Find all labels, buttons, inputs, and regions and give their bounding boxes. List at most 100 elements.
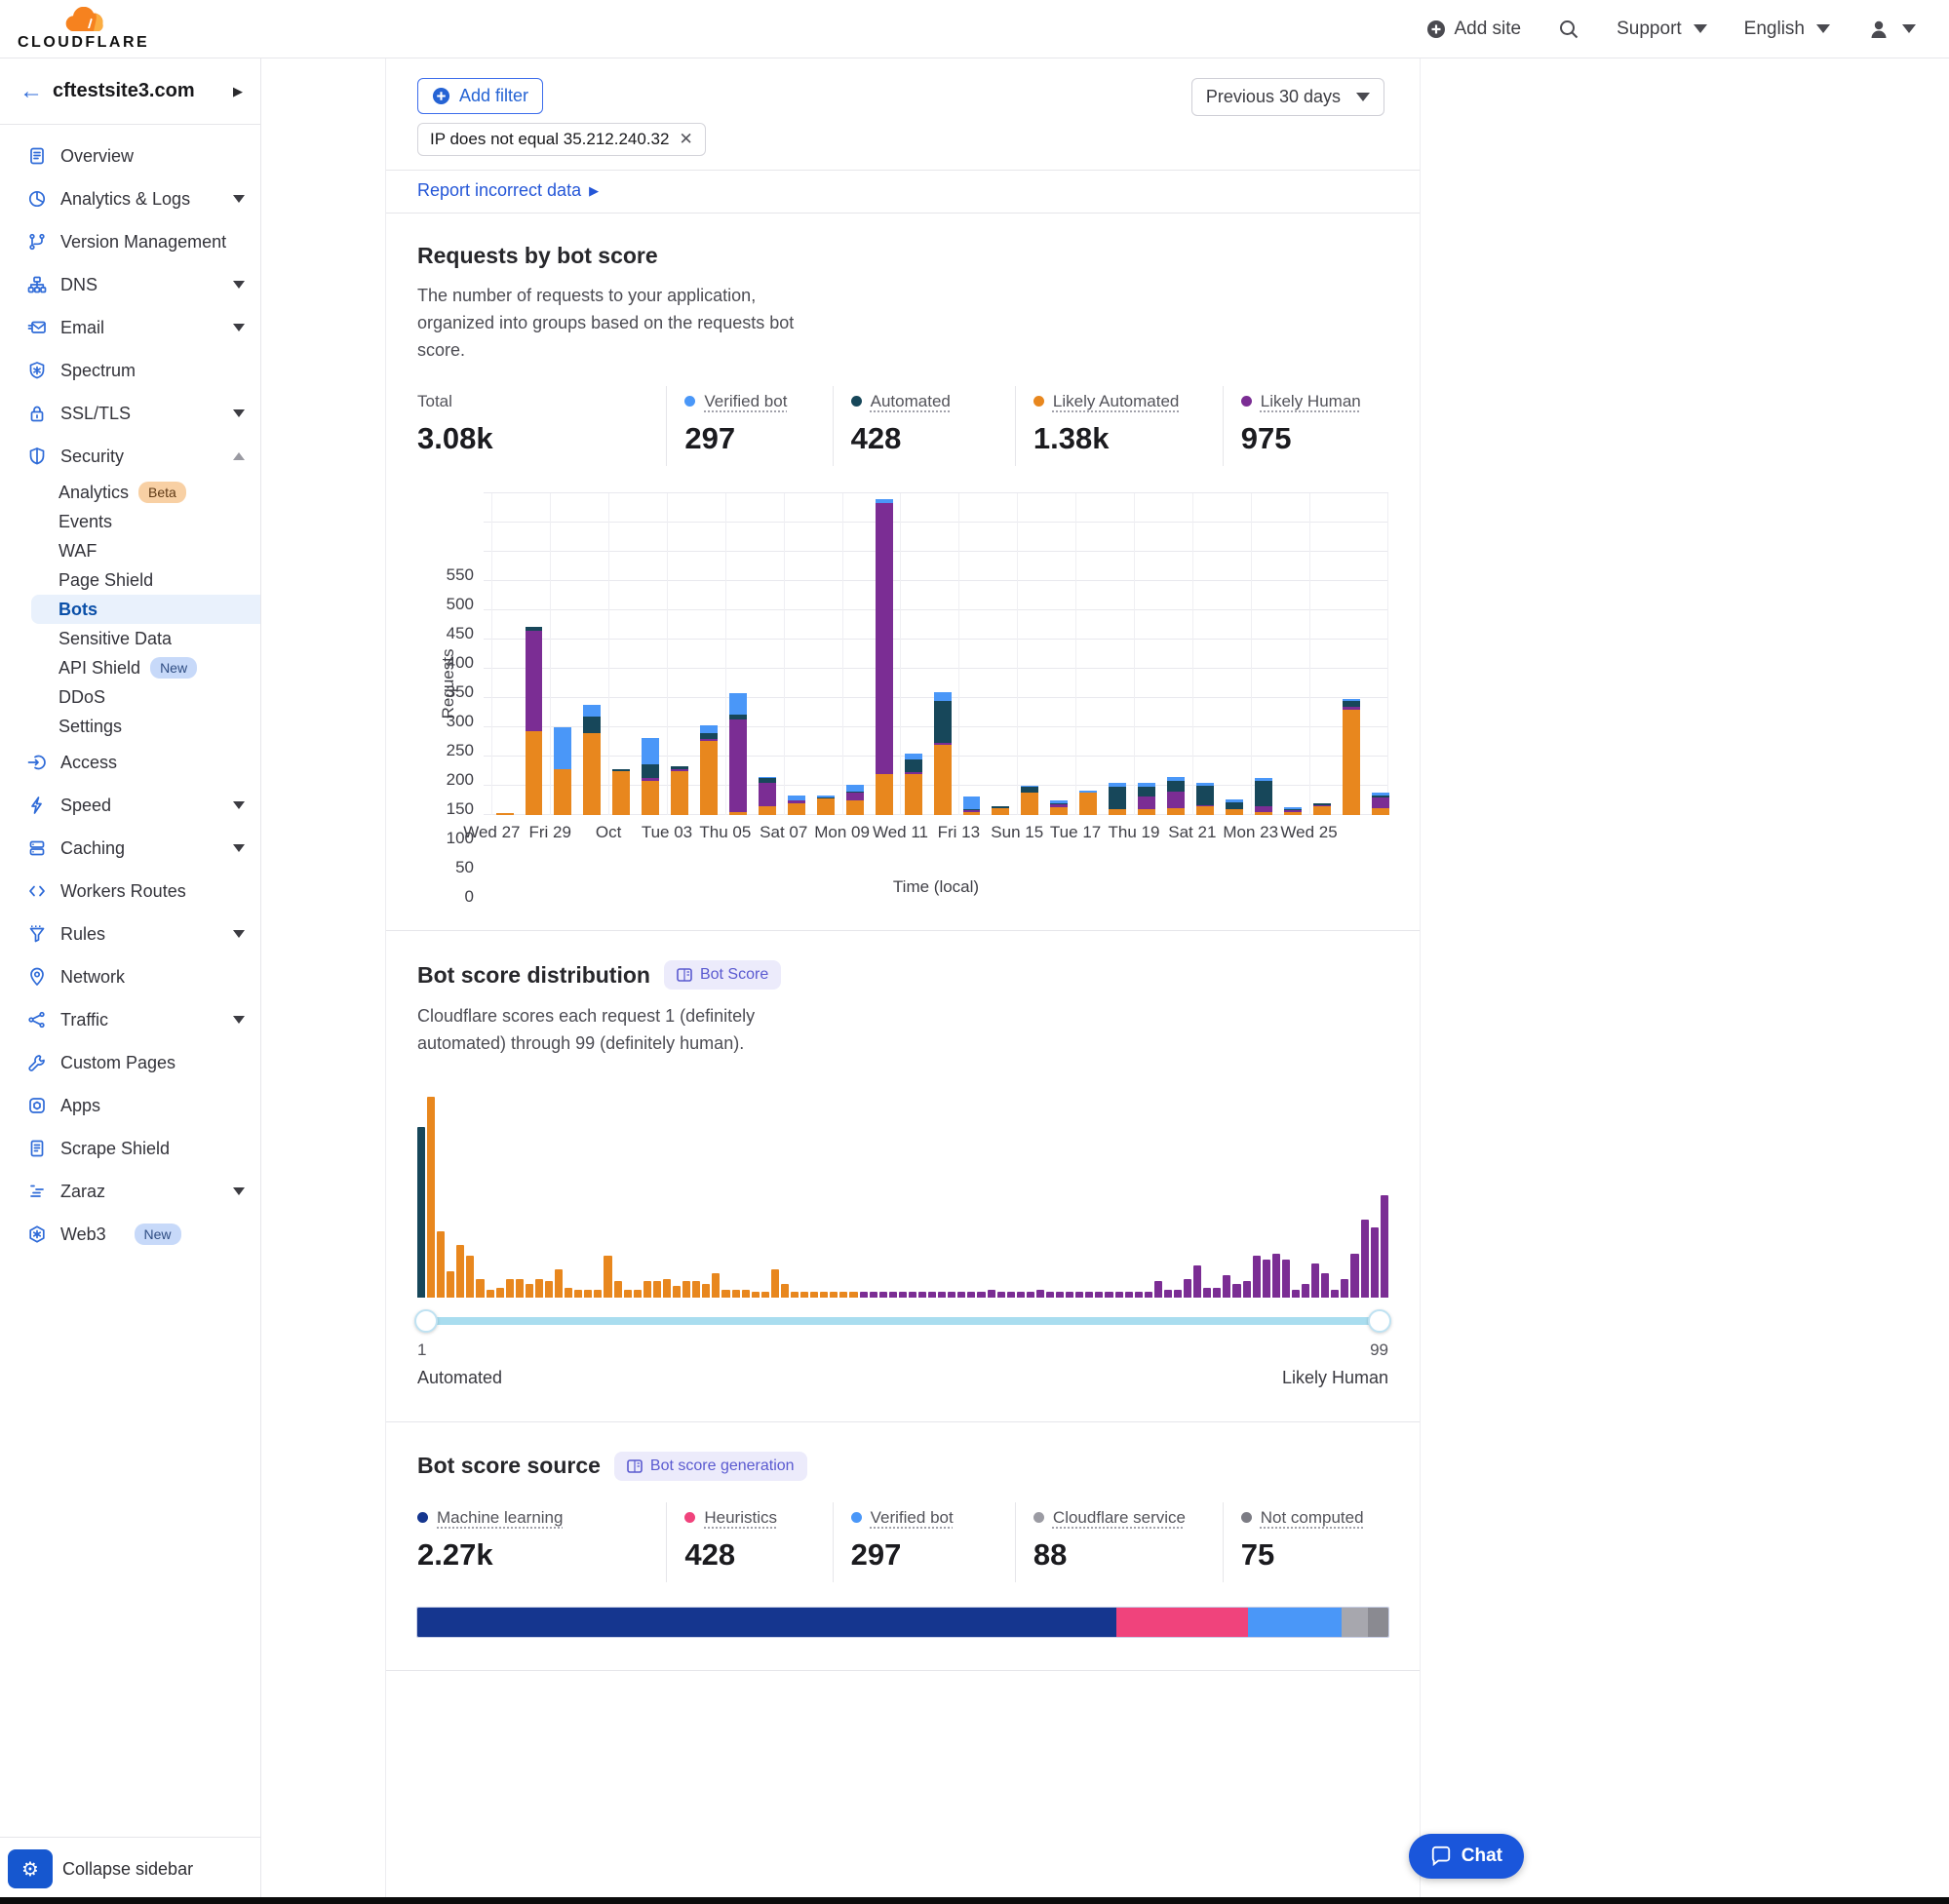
sidebar-item-scrape-shield[interactable]: Scrape Shield xyxy=(0,1127,260,1170)
bar-segment-verified-bot-fri-29[interactable] xyxy=(554,727,571,770)
bar-segment-likely-human-thu-12[interactable] xyxy=(934,743,952,745)
histogram-bar-score-94[interactable] xyxy=(1331,1290,1339,1298)
histogram-bar-score-76[interactable] xyxy=(1154,1281,1162,1297)
bar-segment-likely-human-fri-13[interactable] xyxy=(963,810,981,812)
bar-segment-verified-bot-fri-27[interactable] xyxy=(1372,793,1389,795)
bar-segment-verified-bot-sun-15[interactable] xyxy=(1021,786,1038,788)
bar-segment-likely-automated-thu-26[interactable] xyxy=(1343,710,1360,815)
bar-segment-automated-thu-12[interactable] xyxy=(934,701,952,743)
bar-segment-automated-tue-03[interactable] xyxy=(671,766,688,769)
source-bar-segment-not-computed[interactable] xyxy=(1368,1608,1388,1637)
histogram-bar-score-14[interactable] xyxy=(545,1281,553,1297)
bar-segment-likely-automated-thu-12[interactable] xyxy=(934,745,952,815)
histogram-bar-score-84[interactable] xyxy=(1232,1284,1240,1298)
bar-segment-verified-bot-sat-07[interactable] xyxy=(788,796,805,799)
histogram-bar-score-34[interactable] xyxy=(742,1290,750,1298)
bar-segment-likely-human-mon-02[interactable] xyxy=(642,778,659,780)
histogram-bar-score-37[interactable] xyxy=(771,1269,779,1298)
histogram-bar-score-63[interactable] xyxy=(1027,1292,1034,1298)
histogram-bar-score-21[interactable] xyxy=(614,1281,622,1297)
sidebar-item-web3[interactable]: Web3New xyxy=(0,1213,260,1256)
histogram-bar-score-73[interactable] xyxy=(1125,1292,1133,1298)
histogram-bar-score-58[interactable] xyxy=(977,1292,985,1298)
histogram-bar-score-8[interactable] xyxy=(487,1290,494,1298)
histogram-bar-score-9[interactable] xyxy=(496,1288,504,1298)
sidebar-item-events[interactable]: Events xyxy=(0,507,260,536)
histogram-bar-score-90[interactable] xyxy=(1292,1290,1300,1298)
histogram-bar-score-23[interactable] xyxy=(634,1290,642,1298)
source-bar-segment-cloudflare-service[interactable] xyxy=(1342,1608,1368,1637)
bar-segment-likely-automated-wed-25[interactable] xyxy=(1313,806,1331,815)
bar-segment-likely-human-wed-04[interactable] xyxy=(700,739,718,741)
histogram-bar-score-72[interactable] xyxy=(1115,1292,1123,1298)
histogram-bar-score-98[interactable] xyxy=(1371,1227,1379,1298)
histogram-bar-score-24[interactable] xyxy=(643,1281,651,1297)
sidebar-item-apps[interactable]: Apps xyxy=(0,1084,260,1127)
bar-segment-verified-bot-fri-20[interactable] xyxy=(1167,777,1185,781)
add-filter-button[interactable]: Add filter xyxy=(417,78,543,114)
histogram-bar-score-87[interactable] xyxy=(1263,1260,1270,1298)
bar-segment-likely-human-tue-10[interactable] xyxy=(876,503,893,774)
histogram-bar-score-79[interactable] xyxy=(1184,1279,1191,1298)
add-site-button[interactable]: Add site xyxy=(1426,19,1521,40)
chevron-right-icon[interactable]: ▶ xyxy=(233,84,243,99)
sidebar-item-overview[interactable]: Overview xyxy=(0,135,260,177)
bar-segment-likely-human-thu-28[interactable] xyxy=(526,631,543,731)
bar-segment-automated-mon-23[interactable] xyxy=(1255,781,1272,805)
sidebar-item-page-shield[interactable]: Page Shield xyxy=(0,565,260,595)
histogram-bar-score-20[interactable] xyxy=(604,1256,611,1298)
sidebar-item-traffic[interactable]: Traffic xyxy=(0,998,260,1041)
cloudflare-logo[interactable]: CLOUDFLARE xyxy=(18,7,149,51)
settings-gear-button[interactable]: ⚙ xyxy=(8,1849,53,1888)
histogram-bar-score-45[interactable] xyxy=(849,1292,857,1298)
sidebar-item-api-shield[interactable]: API ShieldNew xyxy=(0,653,260,682)
bar-segment-automated-thu-05[interactable] xyxy=(729,715,747,719)
bar-segment-automated-sun-15[interactable] xyxy=(1021,787,1038,793)
bar-segment-automated-thu-19[interactable] xyxy=(1138,787,1155,797)
bar-segment-likely-human-mon-16[interactable] xyxy=(1050,804,1068,807)
bar-segment-likely-automated-fri-29[interactable] xyxy=(554,769,571,815)
bar-segment-verified-bot-sun-08[interactable] xyxy=(817,796,835,797)
histogram-bar-score-22[interactable] xyxy=(624,1290,632,1298)
bar-segment-verified-bot-mon-23[interactable] xyxy=(1255,778,1272,781)
histogram-bar-score-27[interactable] xyxy=(673,1286,681,1298)
bar-segment-automated-sat-21[interactable] xyxy=(1196,786,1214,805)
histogram-bar-score-26[interactable] xyxy=(663,1279,671,1298)
histogram-bar-score-35[interactable] xyxy=(752,1292,760,1298)
bar-segment-verified-bot-wed-18[interactable] xyxy=(1109,783,1126,787)
histogram-bar-score-59[interactable] xyxy=(988,1290,995,1298)
histogram-bar-score-82[interactable] xyxy=(1213,1288,1221,1298)
histogram-bar-score-10[interactable] xyxy=(506,1279,514,1298)
bar-segment-automated-wed-18[interactable] xyxy=(1109,787,1126,809)
bar-segment-likely-human-mon-23[interactable] xyxy=(1255,806,1272,812)
histogram-bar-score-25[interactable] xyxy=(653,1281,661,1297)
histogram-bar-score-64[interactable] xyxy=(1036,1290,1044,1298)
sidebar-item-email[interactable]: Email xyxy=(0,306,260,349)
bar-segment-automated-wed-25[interactable] xyxy=(1313,803,1331,805)
sidebar-item-version-management[interactable]: Version Management xyxy=(0,220,260,263)
bar-segment-verified-bot-mon-16[interactable] xyxy=(1050,800,1068,803)
bar-segment-verified-bot-tue-24[interactable] xyxy=(1284,807,1302,809)
bar-segment-likely-human-fri-20[interactable] xyxy=(1167,792,1185,808)
histogram-bar-score-86[interactable] xyxy=(1253,1256,1261,1298)
sidebar-item-waf[interactable]: WAF xyxy=(0,536,260,565)
histogram-bar-score-93[interactable] xyxy=(1321,1273,1329,1298)
bar-segment-verified-bot-mon-02[interactable] xyxy=(642,738,659,764)
bar-segment-likely-automated-sat-07[interactable] xyxy=(788,803,805,815)
bar-segment-likely-automated-sun-15[interactable] xyxy=(1021,793,1038,815)
histogram-bar-score-28[interactable] xyxy=(682,1281,690,1297)
histogram-bar-score-80[interactable] xyxy=(1193,1265,1201,1298)
histogram-bar-score-50[interactable] xyxy=(899,1292,907,1298)
histogram-bar-score-30[interactable] xyxy=(702,1284,710,1298)
histogram-bar-score-97[interactable] xyxy=(1361,1220,1369,1298)
bar-segment-verified-bot-tue-10[interactable] xyxy=(876,499,893,503)
bar-segment-automated-fri-20[interactable] xyxy=(1167,781,1185,792)
bar-segment-likely-human-wed-11[interactable] xyxy=(905,772,922,774)
source-bar-segment-machine-learning[interactable] xyxy=(417,1608,1116,1637)
back-arrow-icon[interactable]: ← xyxy=(19,78,43,105)
sidebar-item-zaraz[interactable]: Zaraz xyxy=(0,1170,260,1213)
histogram-bar-score-43[interactable] xyxy=(830,1292,838,1298)
report-incorrect-data-link[interactable]: Report incorrect data ▶ xyxy=(417,180,599,201)
bar-segment-automated-sun-08[interactable] xyxy=(817,797,835,799)
bot-score-generation-badge[interactable]: Bot score generation xyxy=(614,1452,807,1481)
